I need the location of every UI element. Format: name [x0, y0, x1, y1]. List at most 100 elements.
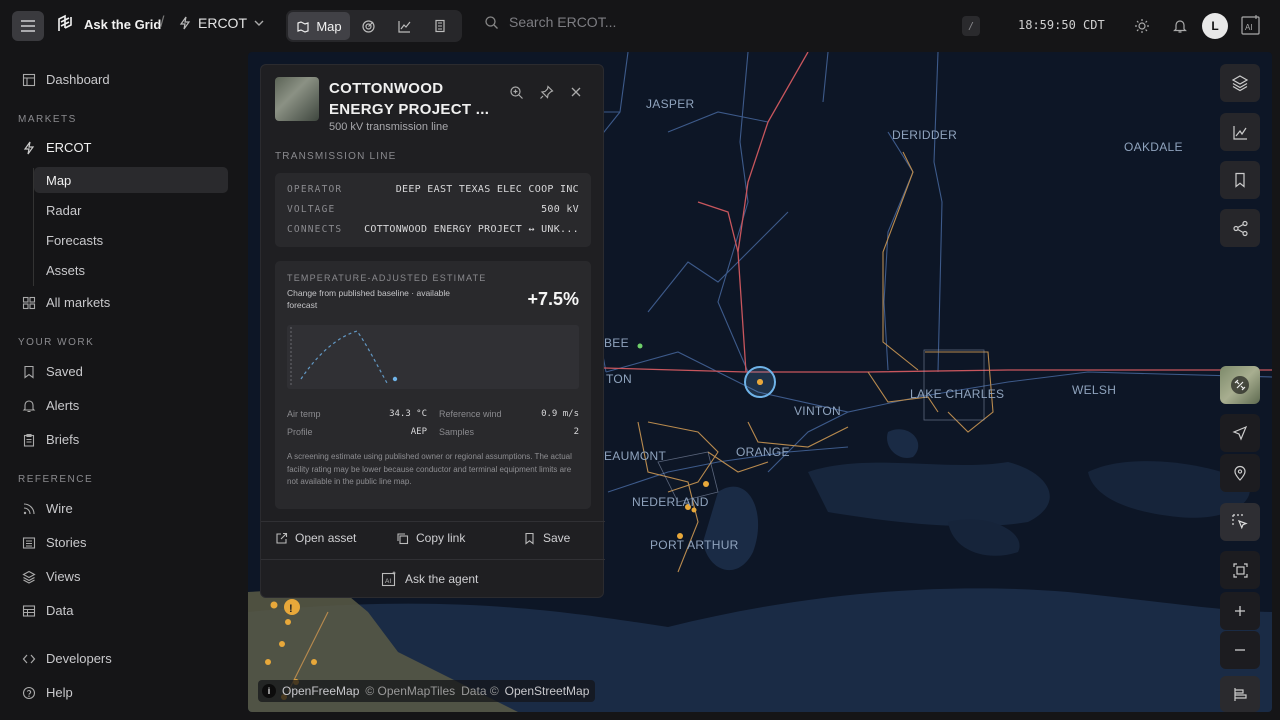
legend-button[interactable]	[1220, 676, 1260, 712]
map-label: LAKE CHARLES	[910, 387, 1005, 401]
bookmark-button[interactable]	[1220, 161, 1260, 199]
sidebar-item-stories[interactable]: Stories	[22, 535, 86, 550]
button-label: Save	[543, 531, 571, 545]
app-brand[interactable]: Ask the Grid	[56, 14, 161, 34]
layers-icon	[1231, 75, 1249, 92]
place-marker-button[interactable]	[1220, 454, 1260, 492]
chart-button[interactable]	[1220, 113, 1260, 151]
sidebar-label: Stories	[46, 535, 87, 550]
select-tool-button[interactable]	[1220, 503, 1260, 541]
basemap-toggle[interactable]	[1220, 366, 1260, 404]
section-heading-reference: REFERENCE	[18, 474, 94, 485]
metric-label: Reference wind	[439, 409, 502, 419]
share-icon	[1232, 220, 1248, 236]
sidebar-item-alerts[interactable]: Alerts	[22, 398, 79, 413]
sidebar-item-data[interactable]: Data	[22, 603, 73, 618]
svg-text:!: !	[289, 603, 293, 615]
tab-radar[interactable]	[350, 12, 386, 40]
detail-row: VOLTAGE 500 kV	[287, 204, 579, 215]
help-icon	[22, 686, 36, 699]
section-heading: TRANSMISSION LINE	[275, 151, 397, 162]
zoom-to-button[interactable]	[507, 83, 525, 101]
share-button[interactable]	[1220, 209, 1260, 247]
code-icon	[22, 654, 36, 663]
sidebar-label: Saved	[46, 364, 83, 379]
sidebar-item-dashboard[interactable]: Dashboard	[22, 72, 110, 87]
pin-button[interactable]	[537, 83, 555, 101]
section-heading-markets: MARKETS	[18, 114, 77, 125]
sidebar-item-all-markets[interactable]: All markets	[22, 295, 110, 310]
divider	[261, 559, 605, 560]
search-input[interactable]: Search ERCOT...	[509, 14, 616, 30]
sidebar-item-wire[interactable]: Wire	[22, 501, 73, 516]
tab-assets[interactable]	[422, 12, 458, 40]
map-attribution: i OpenFreeMap © OpenMapTiles Data © Open…	[258, 680, 596, 702]
menu-button[interactable]	[12, 11, 44, 41]
breadcrumb-separator: /	[160, 14, 165, 31]
info-icon[interactable]: i	[262, 684, 276, 698]
grid-icon	[22, 296, 36, 309]
avatar[interactable]: L	[1202, 13, 1228, 39]
sidebar-item-developers[interactable]: Developers	[22, 651, 112, 666]
ai-button[interactable]: AI	[1240, 14, 1262, 36]
sidebar-item-ercot[interactable]: ERCOT	[22, 140, 92, 155]
sidebar-subitem-forecasts[interactable]: Forecasts	[34, 227, 228, 253]
attribution-link[interactable]: OpenStreetMap	[505, 684, 590, 698]
estimate-heading: TEMPERATURE-ADJUSTED ESTIMATE	[287, 273, 487, 283]
bookmark-icon	[24, 365, 34, 379]
chevron-down-icon	[254, 20, 264, 26]
theme-toggle[interactable]	[1132, 16, 1152, 36]
attribution-link[interactable]: OpenFreeMap	[282, 684, 359, 698]
sidebar-subitem-radar[interactable]: Radar	[34, 197, 228, 223]
button-label: Open asset	[295, 531, 357, 545]
map-label: WELSH	[1072, 383, 1117, 397]
layers-button[interactable]	[1220, 64, 1260, 102]
table-icon	[22, 604, 36, 617]
market-name: ERCOT	[198, 15, 247, 31]
locate-button[interactable]	[1220, 414, 1260, 452]
zoom-in-button[interactable]	[1220, 592, 1260, 630]
sidebar-item-views[interactable]: Views	[22, 569, 80, 584]
minus-icon	[1235, 649, 1245, 651]
top-bar: Ask the Grid / ERCOT Map Search ERCOT...…	[0, 0, 1280, 52]
close-button[interactable]	[567, 83, 585, 101]
sidebar-item-saved[interactable]: Saved	[22, 364, 83, 379]
zoom-out-button[interactable]	[1220, 631, 1260, 669]
search-box[interactable]: Search ERCOT...	[484, 14, 616, 30]
search-shortcut: /	[962, 16, 980, 36]
tab-forecasts[interactable]	[386, 12, 422, 40]
satellite-icon	[1231, 376, 1249, 394]
sidebar-subitem-map[interactable]: Map	[34, 167, 228, 193]
detail-row: CONNECTS COTTONWOOD ENERGY PROJECT ↔ UNK.…	[287, 224, 579, 235]
sidebar-item-briefs[interactable]: Briefs	[22, 432, 79, 447]
dashboard-icon	[22, 73, 36, 86]
ask-agent-button[interactable]: AI Ask the agent	[381, 571, 478, 587]
save-button[interactable]: Save	[523, 531, 570, 545]
metric-label: Samples	[439, 427, 475, 437]
map-label: EAUMONT	[604, 449, 667, 463]
tab-map[interactable]: Map	[288, 12, 350, 40]
map-label: TON	[606, 372, 633, 386]
estimate-value: +7.5%	[527, 289, 579, 309]
attribution-text[interactable]: © OpenMapTiles	[365, 684, 455, 698]
sidebar-item-help[interactable]: Help	[22, 685, 73, 700]
navigation-arrow-icon	[1232, 425, 1248, 441]
sidebar-label: Help	[46, 685, 73, 700]
map-label: DERIDDER	[892, 128, 958, 142]
sidebar-subitem-assets[interactable]: Assets	[34, 257, 228, 283]
copy-link-button[interactable]: Copy link	[396, 531, 465, 545]
view-tabs: Map	[286, 10, 462, 42]
sidebar-label: Briefs	[46, 432, 80, 447]
open-asset-button[interactable]: Open asset	[275, 531, 356, 545]
estimate-card: TEMPERATURE-ADJUSTED ESTIMATE Change fro…	[275, 261, 591, 509]
pin-icon	[539, 84, 554, 99]
bookmark-icon	[1235, 172, 1245, 188]
close-icon	[571, 87, 581, 97]
market-selector[interactable]: ERCOT	[178, 15, 265, 31]
chart-line-icon	[397, 20, 410, 33]
bookmark-icon	[525, 532, 534, 545]
notifications-button[interactable]	[1170, 16, 1190, 36]
tab-map-label: Map	[316, 18, 342, 34]
sidebar-label: ERCOT	[46, 140, 92, 155]
fit-bounds-button[interactable]	[1220, 551, 1260, 589]
